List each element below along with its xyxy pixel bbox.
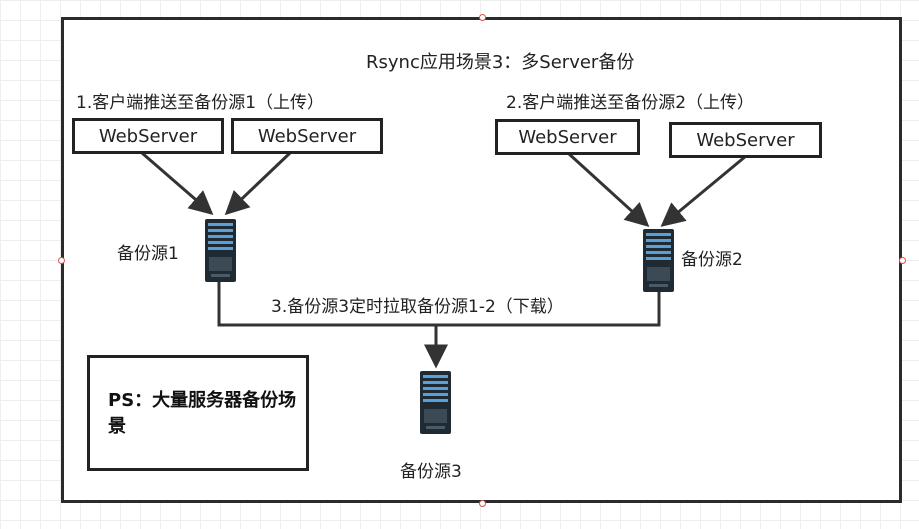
backup-server-3-label: 备份源3	[400, 462, 462, 482]
webserver-label: WebServer	[98, 125, 198, 147]
step1-label: 1.客户端推送至备份源1（上传）	[76, 93, 325, 113]
backup-server-1[interactable]	[205, 219, 236, 286]
step2-label: 2.客户端推送至备份源2（上传）	[506, 93, 755, 113]
diagram-title: Rsync应用场景3：多Server备份	[366, 52, 635, 73]
note-box[interactable]: PS：大量服务器备份场景	[87, 355, 309, 471]
arrow-webserver2-to-backup1	[224, 151, 292, 216]
webserver-box-3[interactable]: WebServer	[495, 119, 640, 155]
webserver-label: WebServer	[257, 125, 357, 147]
step3-label: 3.备份源3定时拉取备份源1-2（下载）	[271, 297, 564, 317]
arrow-webserver1-to-backup1	[141, 151, 214, 215]
server-rack-icon	[643, 229, 674, 292]
backup-server-2[interactable]	[643, 229, 674, 296]
arrow-webserver4-to-backup2	[660, 154, 747, 227]
webserver-box-2[interactable]: WebServer	[231, 118, 383, 154]
backup-server-3[interactable]	[420, 371, 451, 438]
webserver-box-4[interactable]: WebServer	[669, 122, 822, 158]
webserver-label: WebServer	[518, 126, 617, 148]
webserver-label: WebServer	[696, 129, 795, 151]
arrow-webserver3-to-backup2	[566, 151, 650, 228]
note-text: PS：大量服务器备份场景	[108, 390, 297, 437]
webserver-box-1[interactable]: WebServer	[72, 118, 224, 154]
backup-server-1-label: 备份源1	[117, 244, 179, 264]
server-rack-icon	[205, 219, 236, 282]
backup-server-2-label: 备份源2	[681, 250, 743, 270]
server-rack-icon	[420, 371, 451, 434]
